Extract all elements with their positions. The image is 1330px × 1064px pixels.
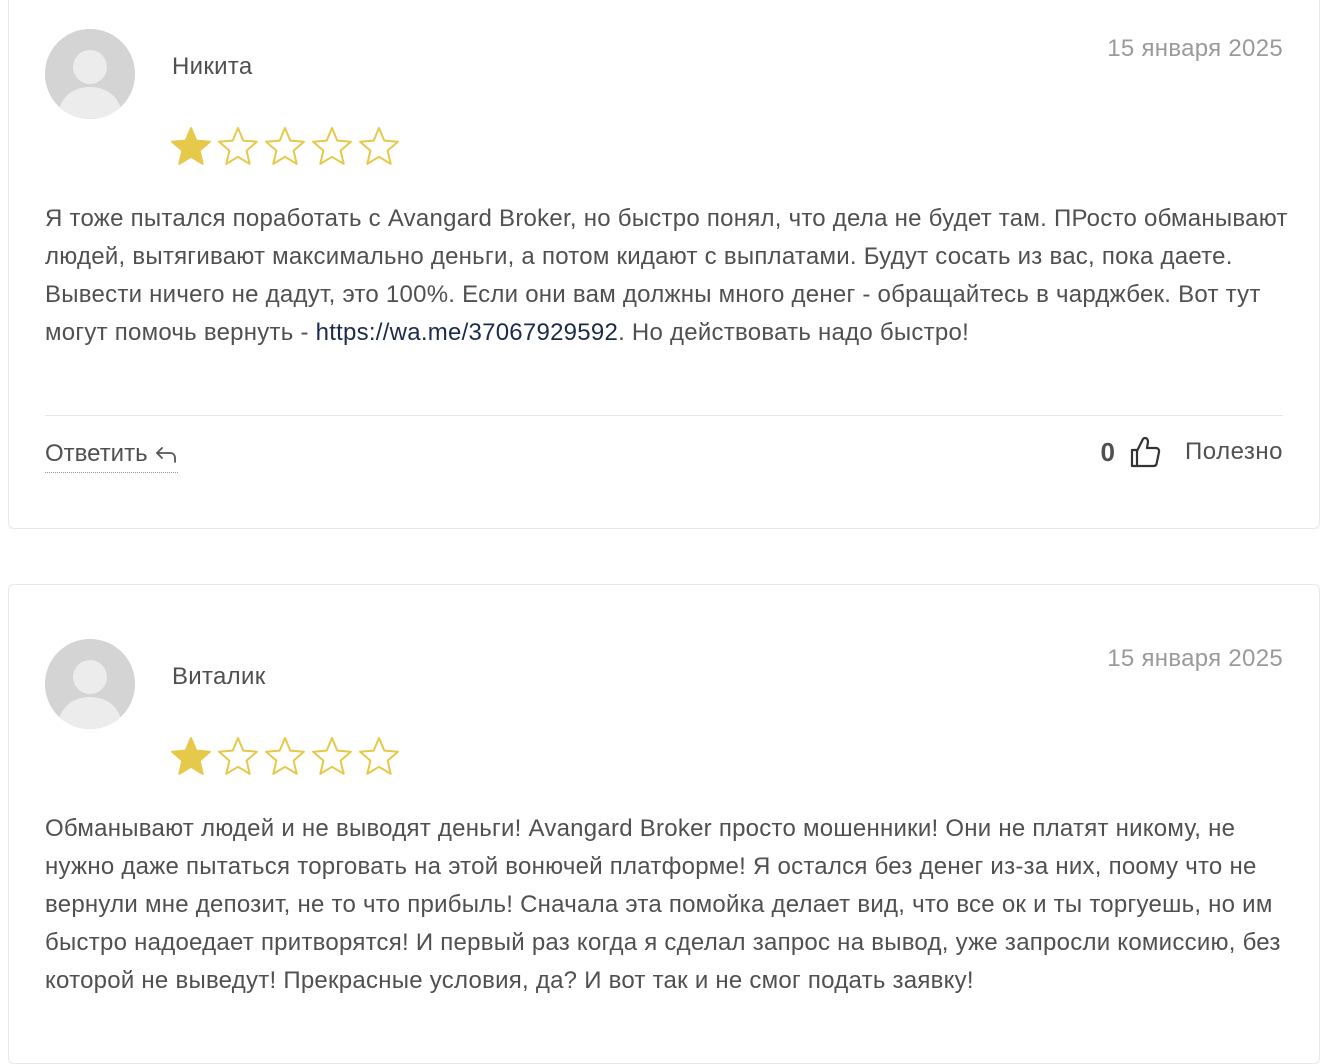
review-card: Никита 15 января 2025 Я тоже пытался пор… — [8, 0, 1320, 529]
review-card: Виталик 15 января 2025 Обманывают людей … — [8, 584, 1320, 1064]
star-icon — [265, 127, 305, 165]
reply-arrow-icon — [155, 447, 176, 463]
user-avatar-icon — [45, 29, 135, 119]
reply-label: Ответить — [45, 440, 148, 467]
review-date: 15 января 2025 — [1107, 35, 1283, 62]
review-date: 15 января 2025 — [1107, 645, 1283, 672]
review-author: Виталик — [172, 663, 266, 690]
star-icon — [218, 127, 258, 165]
star-icon — [359, 127, 399, 165]
rating-stars — [169, 735, 401, 779]
review-text: Обманывают людей и не выводят деньги! Av… — [45, 815, 1281, 994]
star-icon — [312, 737, 352, 775]
star-icon — [265, 737, 305, 775]
useful-button[interactable]: Полезно — [1185, 438, 1283, 466]
rating-stars — [169, 125, 401, 169]
reply-button[interactable]: Ответить — [45, 440, 178, 473]
review-author: Никита — [172, 53, 253, 80]
star-icon — [171, 737, 211, 775]
review-link[interactable]: https://wa.me/37067929592 — [316, 319, 618, 346]
star-icon — [359, 737, 399, 775]
thumbs-up-icon[interactable] — [1129, 435, 1161, 469]
useful-count: 0 — [1100, 436, 1115, 467]
star-icon — [218, 737, 258, 775]
star-icon — [171, 127, 211, 165]
user-avatar-icon — [45, 639, 135, 729]
divider — [45, 415, 1283, 416]
star-icon — [312, 127, 352, 165]
useful-block: 0 Полезно — [1101, 435, 1283, 469]
review-text-part: . Но действовать надо быстро! — [618, 319, 970, 346]
review-text: Я тоже пытался поработать с Avangard Bro… — [45, 200, 1295, 352]
